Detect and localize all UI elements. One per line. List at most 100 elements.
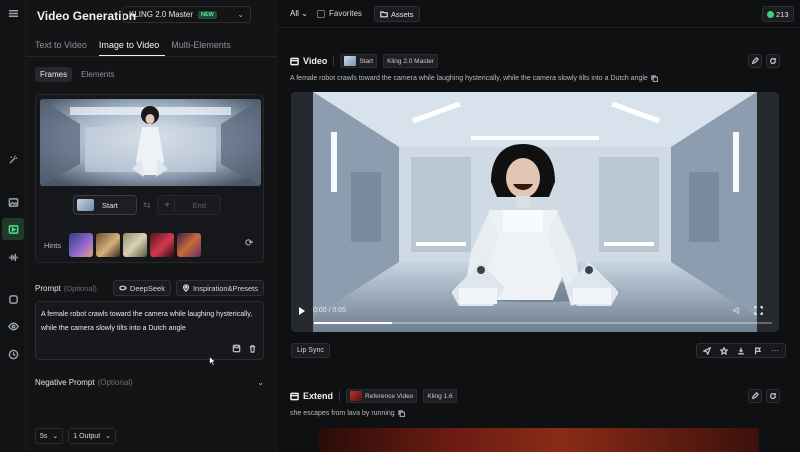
magic-icon[interactable] bbox=[5, 151, 21, 167]
extend-title-text: Extend bbox=[303, 391, 334, 401]
flag-icon[interactable] bbox=[754, 347, 762, 355]
model-name: KLING 2.0 Master bbox=[129, 10, 194, 19]
video-icon[interactable] bbox=[2, 218, 24, 240]
audio-icon[interactable] bbox=[5, 249, 21, 265]
history-icon[interactable] bbox=[5, 346, 21, 362]
start-frame-image[interactable] bbox=[40, 99, 261, 186]
negative-prompt-header[interactable]: Negative Prompt (Optional) ⌄ bbox=[35, 378, 264, 387]
video-frame bbox=[291, 92, 779, 332]
divider bbox=[339, 391, 341, 401]
video-player[interactable] bbox=[291, 92, 779, 332]
outputs-select[interactable]: 1 Output ⌄ bbox=[68, 428, 117, 444]
trash-icon[interactable] bbox=[248, 344, 257, 353]
star-icon[interactable] bbox=[720, 346, 728, 355]
video-icon bbox=[290, 392, 299, 400]
hint-thumbnail[interactable] bbox=[69, 233, 93, 257]
video-icon bbox=[290, 57, 299, 65]
settings-row: 5s ⌄ 1 Output ⌄ bbox=[35, 428, 117, 444]
more-icon[interactable]: ··· bbox=[771, 346, 779, 355]
play-icon[interactable] bbox=[299, 306, 305, 315]
results-toolbar: All ⌄ Favorites Assets 213 bbox=[277, 0, 800, 28]
end-label: End bbox=[192, 200, 206, 210]
retry-icon[interactable] bbox=[766, 389, 780, 403]
filter-all-dropdown[interactable]: All ⌄ bbox=[290, 9, 308, 18]
model-tag: Kling 1.6 bbox=[423, 389, 457, 403]
lip-sync-button[interactable]: Lip Sync bbox=[291, 343, 330, 358]
video-description: A female robot crawls toward the camera … bbox=[290, 75, 658, 82]
subtab-frames[interactable]: Frames bbox=[35, 67, 73, 82]
chevron-down-icon: ⌄ bbox=[237, 10, 244, 19]
video-card-title: Video bbox=[290, 56, 327, 66]
start-frame-button[interactable]: Start bbox=[73, 195, 137, 215]
reference-video-tag[interactable]: Reference Video bbox=[346, 389, 418, 403]
checkbox-icon bbox=[317, 9, 325, 18]
left-rail bbox=[0, 0, 26, 452]
reference-thumbnail bbox=[350, 391, 363, 401]
divider bbox=[26, 56, 276, 57]
volume-icon[interactable] bbox=[733, 306, 742, 315]
video-description-text: A female robot crawls toward the camera … bbox=[290, 75, 648, 82]
fullscreen-icon[interactable] bbox=[754, 306, 763, 315]
extend-card-actions bbox=[748, 389, 780, 403]
generation-panel: Video Generation KLING 2.0 Master NEW ⌄ … bbox=[26, 0, 276, 452]
retry-icon[interactable] bbox=[766, 54, 780, 68]
plus-icon: + bbox=[161, 198, 175, 212]
edit-icon[interactable] bbox=[748, 54, 762, 68]
hint-thumbnail[interactable] bbox=[123, 233, 147, 257]
prompt-label: Prompt bbox=[35, 283, 61, 293]
folder-icon bbox=[380, 11, 388, 18]
tab-image-to-video[interactable]: Image to Video bbox=[98, 40, 166, 57]
menu-icon[interactable] bbox=[5, 5, 21, 21]
video-card-actions bbox=[748, 54, 780, 68]
favorites-checkbox[interactable]: Favorites bbox=[317, 9, 362, 18]
duration-select[interactable]: 5s ⌄ bbox=[35, 428, 64, 444]
extend-description-text: she escapes from lava by running bbox=[290, 410, 395, 417]
assets-icon[interactable] bbox=[5, 291, 21, 307]
extend-video-preview[interactable] bbox=[319, 428, 759, 452]
swap-icon[interactable]: ⇆ bbox=[143, 200, 151, 211]
download-icon[interactable] bbox=[737, 347, 745, 355]
prompt-header: Prompt (Optional) DeepSeek Inspiration&P… bbox=[35, 280, 264, 296]
favorites-label: Favorites bbox=[329, 9, 362, 18]
copy-icon[interactable] bbox=[397, 410, 405, 417]
frames-box: Start ⇆ + End Hints ⟳ bbox=[35, 94, 264, 263]
inspiration-presets-button[interactable]: Inspiration&Presets bbox=[175, 280, 264, 296]
tab-multi-elements[interactable]: Multi-Elements bbox=[171, 40, 237, 57]
chevron-down-icon: ⌄ bbox=[105, 433, 112, 440]
video-progress-bar[interactable] bbox=[314, 322, 772, 324]
prompt-line-2: while the camera slowly tilts into a Dut… bbox=[41, 325, 186, 332]
divider bbox=[333, 56, 335, 66]
edit-icon[interactable] bbox=[748, 389, 762, 403]
image-icon[interactable] bbox=[5, 194, 21, 210]
credits-icon bbox=[767, 10, 774, 18]
new-badge: NEW bbox=[198, 10, 217, 19]
hint-thumbnail[interactable] bbox=[150, 233, 174, 257]
prompt-textarea[interactable]: A female robot crawls toward the camera … bbox=[35, 301, 264, 360]
deepseek-button[interactable]: DeepSeek bbox=[112, 280, 171, 296]
save-icon[interactable] bbox=[232, 344, 241, 353]
start-label: Start bbox=[102, 200, 118, 210]
eye-icon[interactable] bbox=[5, 318, 21, 334]
prompt-optional: (Optional) bbox=[63, 283, 97, 293]
assets-label: Assets bbox=[391, 9, 414, 19]
refresh-icon[interactable]: ⟳ bbox=[245, 238, 253, 249]
end-frame-button[interactable]: + End bbox=[156, 195, 221, 215]
mouse-cursor-icon bbox=[209, 356, 217, 366]
start-frame-tag[interactable]: Start bbox=[340, 54, 378, 68]
hint-thumbnail[interactable] bbox=[177, 233, 201, 257]
tab-text-to-video[interactable]: Text to Video bbox=[35, 40, 93, 57]
sub-tabs: Frames Elements bbox=[35, 67, 119, 82]
video-card-header: Video Start Kling 2.0 Master bbox=[290, 54, 439, 68]
subtab-elements[interactable]: Elements bbox=[76, 67, 119, 82]
hint-thumbnail[interactable] bbox=[96, 233, 120, 257]
hints-row: Hints bbox=[44, 233, 201, 257]
copy-icon[interactable] bbox=[651, 75, 658, 82]
credits-badge[interactable]: 213 bbox=[762, 6, 794, 22]
video-controls: 0:00 / 0:05 bbox=[299, 306, 763, 315]
model-tag: Kling 2.0 Master bbox=[383, 54, 439, 68]
deepseek-label: DeepSeek bbox=[129, 283, 165, 293]
assets-button[interactable]: Assets bbox=[374, 6, 420, 22]
send-icon[interactable] bbox=[703, 346, 711, 355]
duration-value: 5s bbox=[40, 432, 48, 440]
model-selector[interactable]: KLING 2.0 Master NEW ⌄ bbox=[122, 6, 251, 23]
